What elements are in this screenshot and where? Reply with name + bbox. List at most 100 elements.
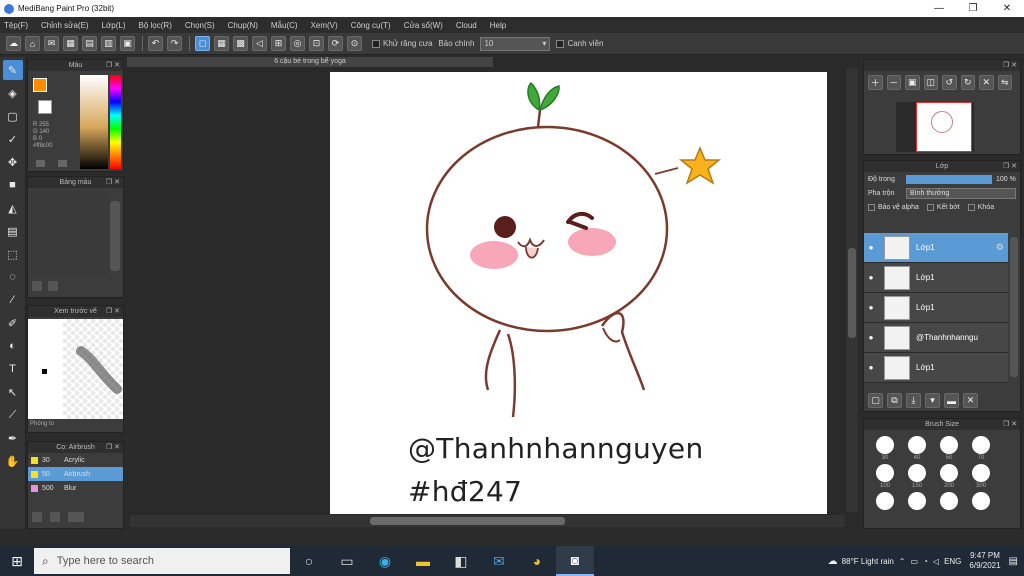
brush-size-option[interactable]: 50 [934,436,964,462]
close-button[interactable]: ✕ [990,3,1024,14]
panel-controls[interactable]: ❐ ✕ [106,177,120,188]
scrollbar-thumb[interactable] [848,248,856,338]
minimize-button[interactable]: — [922,3,956,14]
panel-controls[interactable]: ❐ ✕ [1003,60,1017,71]
color-mode-button[interactable] [36,160,45,167]
brush-settings-icon[interactable] [68,512,84,522]
correction-select[interactable]: 10 [480,36,551,51]
brush-size-option[interactable]: 100 [870,464,900,490]
move-tool-icon[interactable]: ✥ [3,152,23,172]
folder-icon[interactable]: ▬ [944,393,959,408]
frame-icon[interactable]: ▣ [120,36,135,51]
menu-select[interactable]: Chọn(S) [185,21,215,30]
arrow-icon[interactable]: ◁ [252,36,267,51]
document-tab[interactable]: 6 cậu bé trong bể yoga [127,57,493,67]
volume-icon[interactable]: ◁ [933,557,939,566]
chrome-icon[interactable]: ◕ [518,546,556,576]
primary-color-swatch[interactable] [33,78,47,92]
layer-row[interactable]: ● @Thanhnhanngu [864,323,1008,353]
panel-controls[interactable]: ❐ ✕ [106,442,120,453]
fill-tool-icon[interactable]: ◭ [3,198,23,218]
brush-size-option[interactable]: 150 [902,464,932,490]
menu-cloud[interactable]: Cloud [456,21,477,30]
weather-text[interactable]: 88°F Light rain [842,557,894,566]
eraser-tool-icon[interactable]: ◈ [3,83,23,103]
menu-filter[interactable]: Bộ lọc(R) [139,21,172,30]
secondary-color-swatch[interactable] [38,100,52,114]
new-layer-icon[interactable]: ▢ [868,393,883,408]
eye-icon[interactable]: ● [864,243,878,252]
brush-size-option[interactable]: 30 [870,436,900,462]
widgets-icon[interactable]: ▭ [328,546,366,576]
menu-capture[interactable]: Chụp(N) [228,21,258,30]
mail-icon[interactable]: ✉ [480,546,518,576]
reset-rotation-icon[interactable]: ✕ [979,75,994,90]
copy-brush-icon[interactable] [50,512,60,522]
checkbox[interactable] [556,39,565,48]
pen-select-icon[interactable]: ✐ [3,313,23,333]
panel-icon[interactable]: ▥ [101,36,116,51]
windows-start-icon[interactable]: ⊞ [0,553,34,570]
checkbox[interactable] [868,203,875,211]
eye-icon[interactable]: ● [864,303,878,312]
rotate-left-icon[interactable]: ↺ [942,75,957,90]
palette-scrollbar[interactable] [110,201,120,271]
flip-icon[interactable]: ⇋ [997,75,1012,90]
fit-icon[interactable]: ▣ [905,75,920,90]
taskbar-search[interactable]: ⌕ Type here to search [34,548,290,574]
grid-icon[interactable]: ▦ [63,36,78,51]
navigator-thumbnail[interactable] [896,102,974,152]
eyedropper-icon[interactable]: ⟋ [3,405,23,425]
brush-size-option[interactable] [870,492,900,518]
edge-check[interactable]: Canh viền [556,39,603,48]
cloud-icon[interactable]: ☁ [6,36,21,51]
actual-size-icon[interactable]: ◫ [923,75,938,90]
add-palette-icon[interactable] [32,281,42,291]
menu-view[interactable]: Xem(V) [311,21,338,30]
layer-menu-icon[interactable]: ▾ [925,393,940,408]
brush-size-option[interactable]: 40 [902,436,932,462]
merge-layer-icon[interactable]: ⤓ [906,393,921,408]
panel-controls[interactable]: ❐ ✕ [1003,419,1017,430]
rotate-icon[interactable]: ⟳ [328,36,343,51]
pen-tool-icon[interactable]: ✒ [3,428,23,448]
battery-icon[interactable]: ▭ [911,557,919,566]
brush-tool-icon[interactable]: ✎ [2,60,23,80]
select-tool-icon[interactable]: ⬚ [3,244,23,264]
blend-select[interactable]: Bình thường [906,187,1016,199]
crop-icon[interactable]: ⊡ [309,36,324,51]
text-tool-icon[interactable]: T [3,359,23,379]
target-icon[interactable]: ⊙ [347,36,362,51]
eye-icon[interactable]: ● [864,273,878,282]
lasso-tool-icon[interactable]: ◌ [3,267,23,287]
drawing-canvas[interactable]: @Thanhnhannguyen #hđ247 [330,72,827,514]
maximize-button[interactable]: ❐ [956,3,990,14]
delete-palette-icon[interactable] [48,281,58,291]
store-icon[interactable]: ◧ [442,546,480,576]
brush-size-option[interactable]: 300 [966,464,996,490]
panel-controls[interactable]: ❐ ✕ [106,306,120,317]
undo-icon[interactable]: ↶ [148,36,163,51]
rotate-right-icon[interactable]: ↻ [960,75,975,90]
brush-size-option[interactable] [934,492,964,518]
invert-icon[interactable]: ▩ [233,36,248,51]
menu-help[interactable]: Help [490,21,506,30]
layer-row[interactable]: ● Lớp1 [864,263,1008,293]
redo-icon[interactable]: ↷ [167,36,182,51]
menu-template[interactable]: Mẫu(C) [271,21,298,30]
home-icon[interactable]: ⌂ [25,36,40,51]
shape-tool-icon[interactable]: ■ [3,175,23,195]
chevron-up-icon[interactable]: ⌃ [899,557,906,566]
menu-layer[interactable]: Lớp(L) [102,21,126,30]
medibang-taskbar-icon[interactable]: ◙ [556,546,594,576]
layer-row[interactable]: ● Lớp1 [864,293,1008,323]
hand-tool-icon[interactable]: ✋ [3,451,23,471]
canvas-vertical-scrollbar[interactable] [846,68,858,512]
clock[interactable]: 9:47 PM 6/9/2021 [969,551,1000,571]
delete-layer-icon[interactable]: ✕ [963,393,978,408]
hue-slider[interactable] [110,75,121,169]
brush-size-option[interactable]: 70 [966,436,996,462]
color-mode-button[interactable] [58,160,67,167]
layer-scrollbar[interactable] [1010,237,1018,377]
file-explorer-icon[interactable]: ▬ [404,546,442,576]
